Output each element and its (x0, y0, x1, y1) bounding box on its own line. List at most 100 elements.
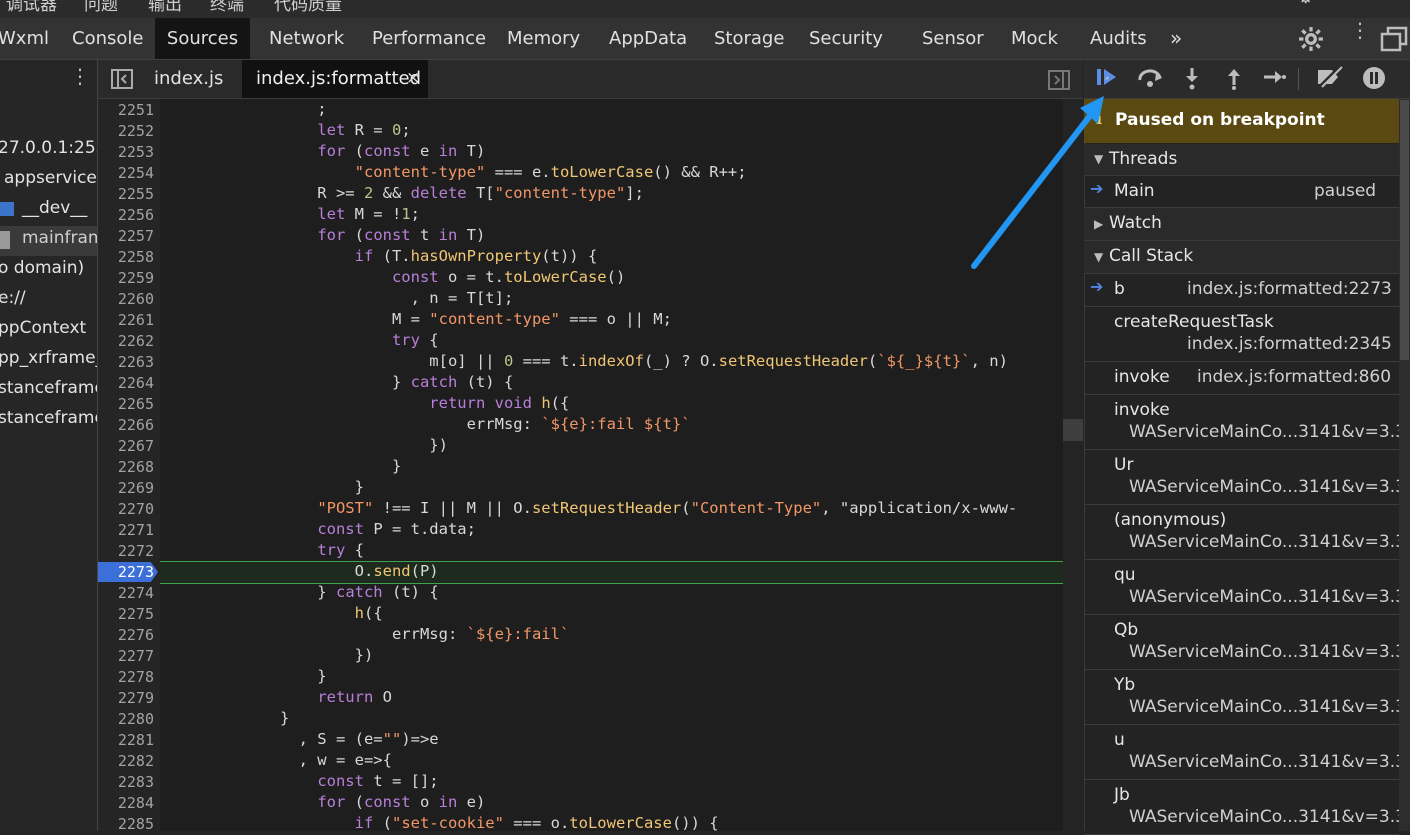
step-out-icon[interactable] (1220, 66, 1248, 94)
call-frame[interactable]: Jb WAServiceMainCo...3141&v=3.3.1 (1084, 780, 1410, 835)
resume-icon[interactable] (1094, 66, 1122, 94)
threads-section-header[interactable]: ▼ Threads (1084, 144, 1399, 176)
debugger-scroll-thumb[interactable] (1400, 100, 1409, 360)
line-number[interactable]: 2279 (94, 689, 154, 707)
kebab-menu-icon[interactable]: ⋮ (70, 64, 90, 88)
line-number[interactable]: 2263 (94, 353, 154, 371)
tree-item[interactable]: ppContext (0, 318, 86, 338)
tab-console[interactable]: Console (72, 18, 143, 59)
call-frame[interactable]: invoke index.js:formatted:860 (1084, 362, 1399, 395)
tree-item[interactable]: stanceframe (0, 408, 97, 428)
tab-appdata[interactable]: AppData (609, 18, 687, 59)
line-number[interactable]: 2259 (94, 269, 154, 287)
tree-item[interactable]: pp_xrframe_r (0, 348, 97, 368)
line-number[interactable]: 2251 (94, 101, 154, 119)
line-number[interactable]: 2284 (94, 794, 154, 812)
line-number[interactable]: 2277 (94, 647, 154, 665)
code-editor[interactable]: ; let R = 0; for (const e in T) "content… (160, 99, 1063, 831)
line-number[interactable]: 2281 (94, 731, 154, 749)
step-into-icon[interactable] (1178, 66, 1206, 94)
call-frame[interactable]: createRequestTask index.js:formatted:2345 (1084, 307, 1399, 362)
line-number[interactable]: 2252 (94, 122, 154, 140)
line-number[interactable]: 2274 (94, 584, 154, 602)
tab-memory[interactable]: Memory (507, 18, 580, 59)
line-number[interactable]: 2276 (94, 626, 154, 644)
window-tab[interactable]: 终端 (210, 0, 244, 15)
line-number-gutter[interactable]: 2251 2252 2253 2254 2255 2256 2257 2258 2259 2260… (98, 99, 160, 833)
pause-on-exceptions-icon[interactable] (1360, 66, 1388, 94)
tree-item[interactable]: 27.0.0.1:2530 (0, 138, 97, 158)
line-number[interactable]: 2283 (94, 773, 154, 791)
line-number[interactable]: 2285 (94, 815, 154, 833)
tab-mock[interactable]: Mock (1011, 18, 1058, 59)
window-tab[interactable]: 调试器 (6, 0, 57, 15)
gear-icon[interactable] (1298, 26, 1324, 52)
call-frame[interactable]: qu WAServiceMainCo...3141&v=3.3.1 (1084, 560, 1410, 615)
window-tab[interactable]: 代码质量 (274, 0, 342, 15)
line-number[interactable]: 2275 (94, 605, 154, 623)
toggle-navigator-icon[interactable] (111, 69, 133, 89)
line-number[interactable]: 2269 (94, 479, 154, 497)
tree-item[interactable]: e:// (0, 288, 26, 308)
line-number[interactable]: 2255 (94, 185, 154, 203)
close-icon-top[interactable]: ✕ (1370, 0, 1384, 6)
call-frame[interactable]: Ur WAServiceMainCo...3141&v=3.3.1 (1084, 450, 1410, 505)
gear-icon-top[interactable]: ⚙ (1298, 0, 1313, 8)
line-number[interactable]: 2280 (94, 710, 154, 728)
call-frame[interactable]: invoke WAServiceMainCo...3141&v=3.3.1 (1084, 395, 1410, 450)
tab-sensor[interactable]: Sensor (922, 18, 984, 59)
kebab-menu-icon[interactable]: ⋮ (1350, 20, 1370, 40)
tab-network[interactable]: Network (269, 18, 344, 59)
window-tab[interactable]: 输出 (148, 0, 182, 15)
line-number[interactable]: 2272 (94, 542, 154, 560)
thread-row-main[interactable]: ➔ Main paused (1084, 176, 1399, 208)
window-tab[interactable]: 问题 (84, 0, 118, 15)
line-number[interactable]: 2262 (94, 332, 154, 350)
more-tabs-chevron-icon[interactable]: » (1170, 18, 1182, 59)
toggle-debugger-icon[interactable] (1048, 70, 1070, 90)
watch-section-header[interactable]: ▶ Watch (1084, 208, 1399, 241)
tree-item[interactable]: mainfram (22, 228, 97, 248)
scroll-thumb[interactable] (1063, 419, 1083, 441)
tab-security[interactable]: Security (809, 18, 883, 59)
editor-tab-index-js[interactable]: index.js (154, 68, 223, 89)
step-over-icon[interactable] (1136, 66, 1164, 94)
editor-scrollbar[interactable] (1063, 99, 1083, 831)
line-number[interactable]: 2256 (94, 206, 154, 224)
line-number[interactable]: 2266 (94, 416, 154, 434)
line-number[interactable]: 2261 (94, 311, 154, 329)
chevron-right-icon[interactable]: › (0, 66, 1, 87)
line-number[interactable]: 2260 (94, 290, 154, 308)
line-number[interactable]: 2257 (94, 227, 154, 245)
call-frame[interactable]: ➔ b index.js:formatted:2273 (1084, 274, 1399, 307)
call-frame[interactable]: (anonymous) WAServiceMainCo...3141&v=3.3.… (1084, 505, 1410, 560)
deactivate-breakpoints-icon[interactable] (1316, 65, 1344, 94)
tab-performance[interactable]: Performance (372, 18, 486, 59)
tree-item[interactable]: __dev__ (22, 198, 87, 218)
tree-item[interactable]: appservice (4, 168, 97, 188)
line-number[interactable]: 2254 (94, 164, 154, 182)
line-number[interactable]: 2265 (94, 395, 154, 413)
line-number[interactable]: 2264 (94, 374, 154, 392)
line-number[interactable]: 2282 (94, 752, 154, 770)
close-tab-icon[interactable]: × (406, 68, 420, 88)
line-number[interactable]: 2278 (94, 668, 154, 686)
line-number[interactable]: 2268 (94, 458, 154, 476)
callstack-section-header[interactable]: ▼ Call Stack (1084, 241, 1399, 274)
step-icon[interactable] (1260, 66, 1288, 94)
editor-tab-formatted[interactable]: index.js:formatted (256, 68, 421, 89)
tab-sources[interactable]: Sources (155, 18, 250, 59)
tree-item[interactable]: o domain) (0, 258, 84, 278)
tree-item[interactable]: stanceframe (0, 378, 97, 398)
line-number[interactable]: 2253 (94, 143, 154, 161)
tab-wxml[interactable]: Wxml (0, 18, 49, 59)
dock-icon[interactable] (1380, 26, 1408, 52)
call-frame[interactable]: u WAServiceMainCo...3141&v=3.3.1 (1084, 725, 1410, 780)
call-frame[interactable]: Yb WAServiceMainCo...3141&v=3.3.1 (1084, 670, 1410, 725)
line-number[interactable]: 2271 (94, 521, 154, 539)
line-number[interactable]: 2270 (94, 500, 154, 518)
tab-audits[interactable]: Audits (1090, 18, 1147, 59)
line-number[interactable]: 2258 (94, 248, 154, 266)
line-number[interactable]: 2273 (94, 563, 154, 581)
tab-storage[interactable]: Storage (714, 18, 784, 59)
